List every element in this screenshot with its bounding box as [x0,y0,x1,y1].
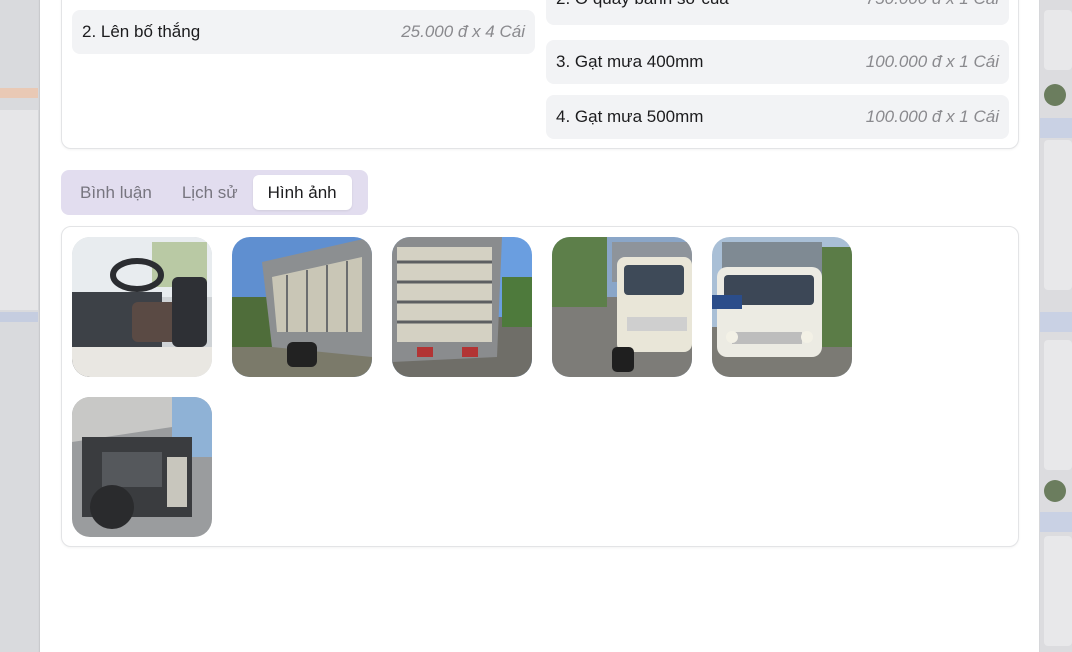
background-chip [1044,10,1072,70]
tab-images[interactable]: Hình ảnh [252,175,352,210]
truck-front-photo[interactable] [712,237,852,377]
tab-history[interactable]: Lịch sử [167,175,253,210]
truck-rear-photo[interactable] [392,237,532,377]
background-chip [1044,340,1072,470]
background-chip [1044,536,1072,646]
part-item: 2. Lên bố thắng 25.000 đ x 4 Cái [72,10,535,54]
part-name: 2. Lên bố thắng [82,22,201,41]
background-avatar [1044,480,1066,502]
background-band [1040,512,1072,532]
background-band [1040,312,1072,332]
part-item: 3. Gạt mưa 400mm 100.000 đ x 1 Cái [546,40,1009,84]
detail-tabs: Bình luận Lịch sử Hình ảnh [61,170,368,215]
background-chip [1044,140,1072,290]
part-name: 4. Gạt mưa 500mm [556,107,704,126]
part-price: 750.000 đ x 1 Cái [866,0,999,9]
background-stripe [0,312,38,322]
part-name: 2. Ô quay bánh sơ cua [556,0,729,9]
part-price: 100.000 đ x 1 Cái [865,52,999,71]
background-stripe [0,88,38,98]
truck-front-side-photo[interactable] [552,237,692,377]
background-window-right [1040,0,1072,652]
order-detail-modal: 2. Lên bố thắng 25.000 đ x 4 Cái 2. Ô qu… [39,0,1039,652]
part-item: 2. Ô quay bánh sơ cua 750.000 đ x 1 Cái [546,0,1009,25]
part-price: 25.000 đ x 4 Cái [401,22,525,41]
part-item: 4. Gạt mưa 500mm 100.000 đ x 1 Cái [546,95,1009,139]
truck-side-rear-photo[interactable] [232,237,372,377]
background-window-left [0,0,38,652]
truck-cab-interior-photo[interactable] [72,237,212,377]
truck-engine-photo[interactable] [72,397,212,537]
part-name: 3. Gạt mưa 400mm [556,52,704,71]
image-gallery [61,226,1019,547]
tab-comments[interactable]: Bình luận [65,175,167,210]
part-price: 100.000 đ x 1 Cái [865,107,999,126]
background-panel [0,110,38,310]
background-avatar [1044,84,1066,106]
parts-card: 2. Lên bố thắng 25.000 đ x 4 Cái 2. Ô qu… [61,0,1019,149]
background-band [1040,118,1072,138]
